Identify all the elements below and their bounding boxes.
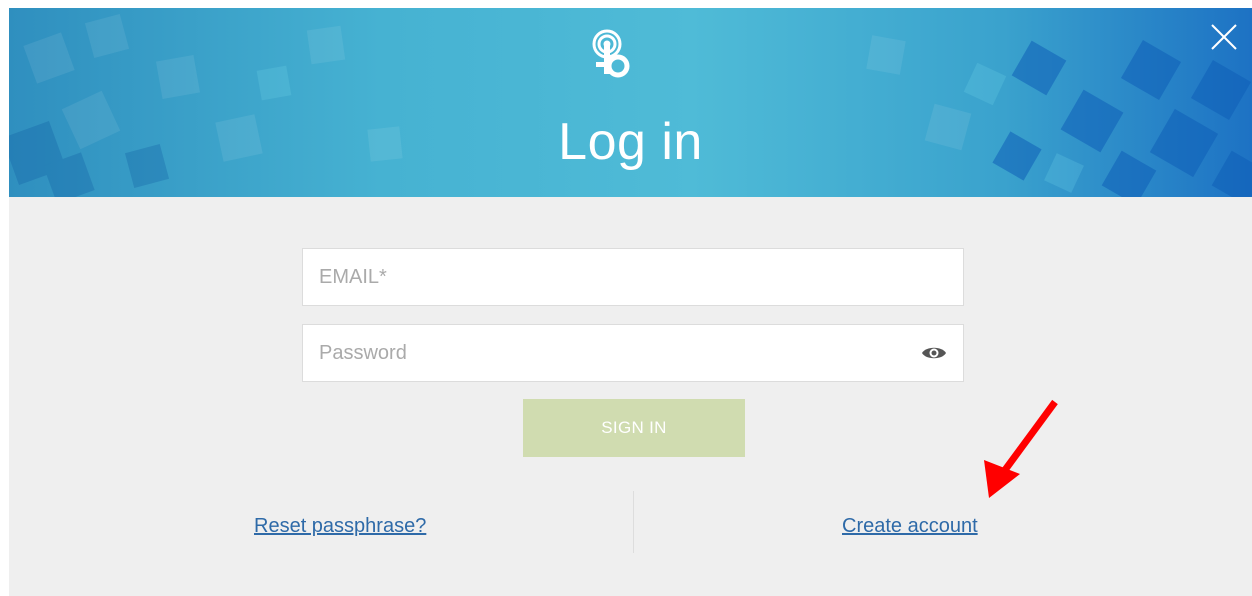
password-field[interactable] bbox=[303, 325, 963, 381]
reset-passphrase-link[interactable]: Reset passphrase? bbox=[254, 514, 426, 538]
login-dialog: Log in SIGN IN Reset passphrase? Create … bbox=[9, 8, 1252, 596]
close-icon[interactable] bbox=[1209, 22, 1239, 52]
password-field-container bbox=[302, 324, 964, 382]
links-divider bbox=[633, 491, 634, 553]
dialog-header: Log in bbox=[9, 8, 1252, 197]
broadcast-logo-icon bbox=[592, 29, 630, 78]
create-account-link[interactable]: Create account bbox=[842, 514, 978, 538]
email-field-container bbox=[302, 248, 964, 306]
dialog-title: Log in bbox=[558, 113, 703, 171]
sign-in-button[interactable]: SIGN IN bbox=[523, 399, 745, 457]
eye-icon[interactable] bbox=[921, 344, 947, 362]
email-field[interactable] bbox=[303, 249, 963, 305]
